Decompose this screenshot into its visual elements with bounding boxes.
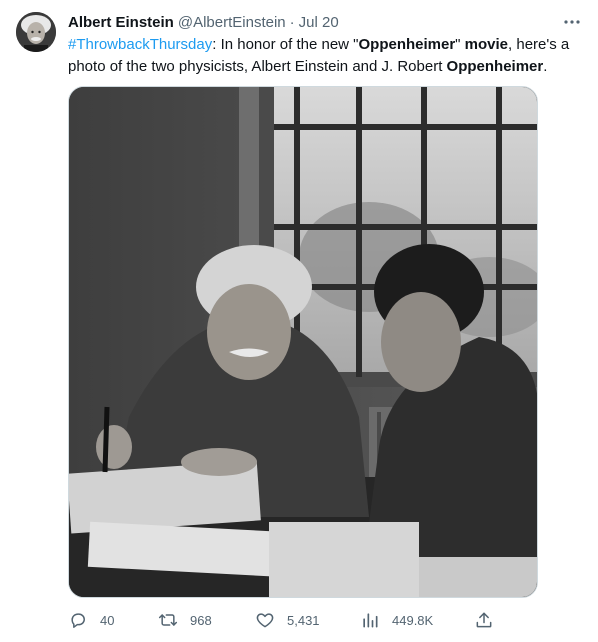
share-button[interactable] [474,608,494,632]
separator: · [289,13,295,31]
like-count: 5,431 [287,612,320,628]
tweet-date[interactable]: Jul 20 [299,14,339,31]
retweet-button[interactable]: 968 [158,608,212,632]
views-count: 449.8K [392,612,434,628]
reply-button[interactable]: 40 [68,608,114,632]
views-icon [360,610,380,630]
tweet-text: #ThrowbackThursday: In honor of the new … [68,34,584,78]
tweet: Albert Einstein @AlbertEinstein · Jul 20… [0,0,598,642]
tweet-text-bold: Oppenheimer [358,36,456,53]
share-icon [474,610,494,630]
retweet-icon [158,610,178,630]
hashtag-link[interactable]: #ThrowbackThursday [68,36,212,53]
tweet-header: Albert Einstein @AlbertEinstein · Jul 20 [68,12,582,32]
retweet-count: 968 [190,612,212,628]
action-bar: 40 968 5,431 449.8K [68,608,508,632]
tweet-text-bold: movie [464,36,509,53]
tweet-text-bold: Oppenheimer [446,58,544,75]
tweet-text-part: : In honor of the new " [212,36,359,53]
views-button[interactable]: 449.8K [360,608,433,632]
author-name[interactable]: Albert Einstein [68,14,174,31]
reply-icon [68,610,88,630]
more-icon[interactable] [560,12,584,32]
like-button[interactable]: 5,431 [255,608,320,632]
tweet-text-part: . [543,58,548,75]
avatar[interactable] [16,12,56,52]
author-handle[interactable]: @AlbertEinstein [178,14,286,31]
tweet-text-part: " [455,36,465,53]
heart-icon [255,610,275,630]
tweet-photo[interactable] [68,86,538,598]
reply-count: 40 [100,612,115,628]
